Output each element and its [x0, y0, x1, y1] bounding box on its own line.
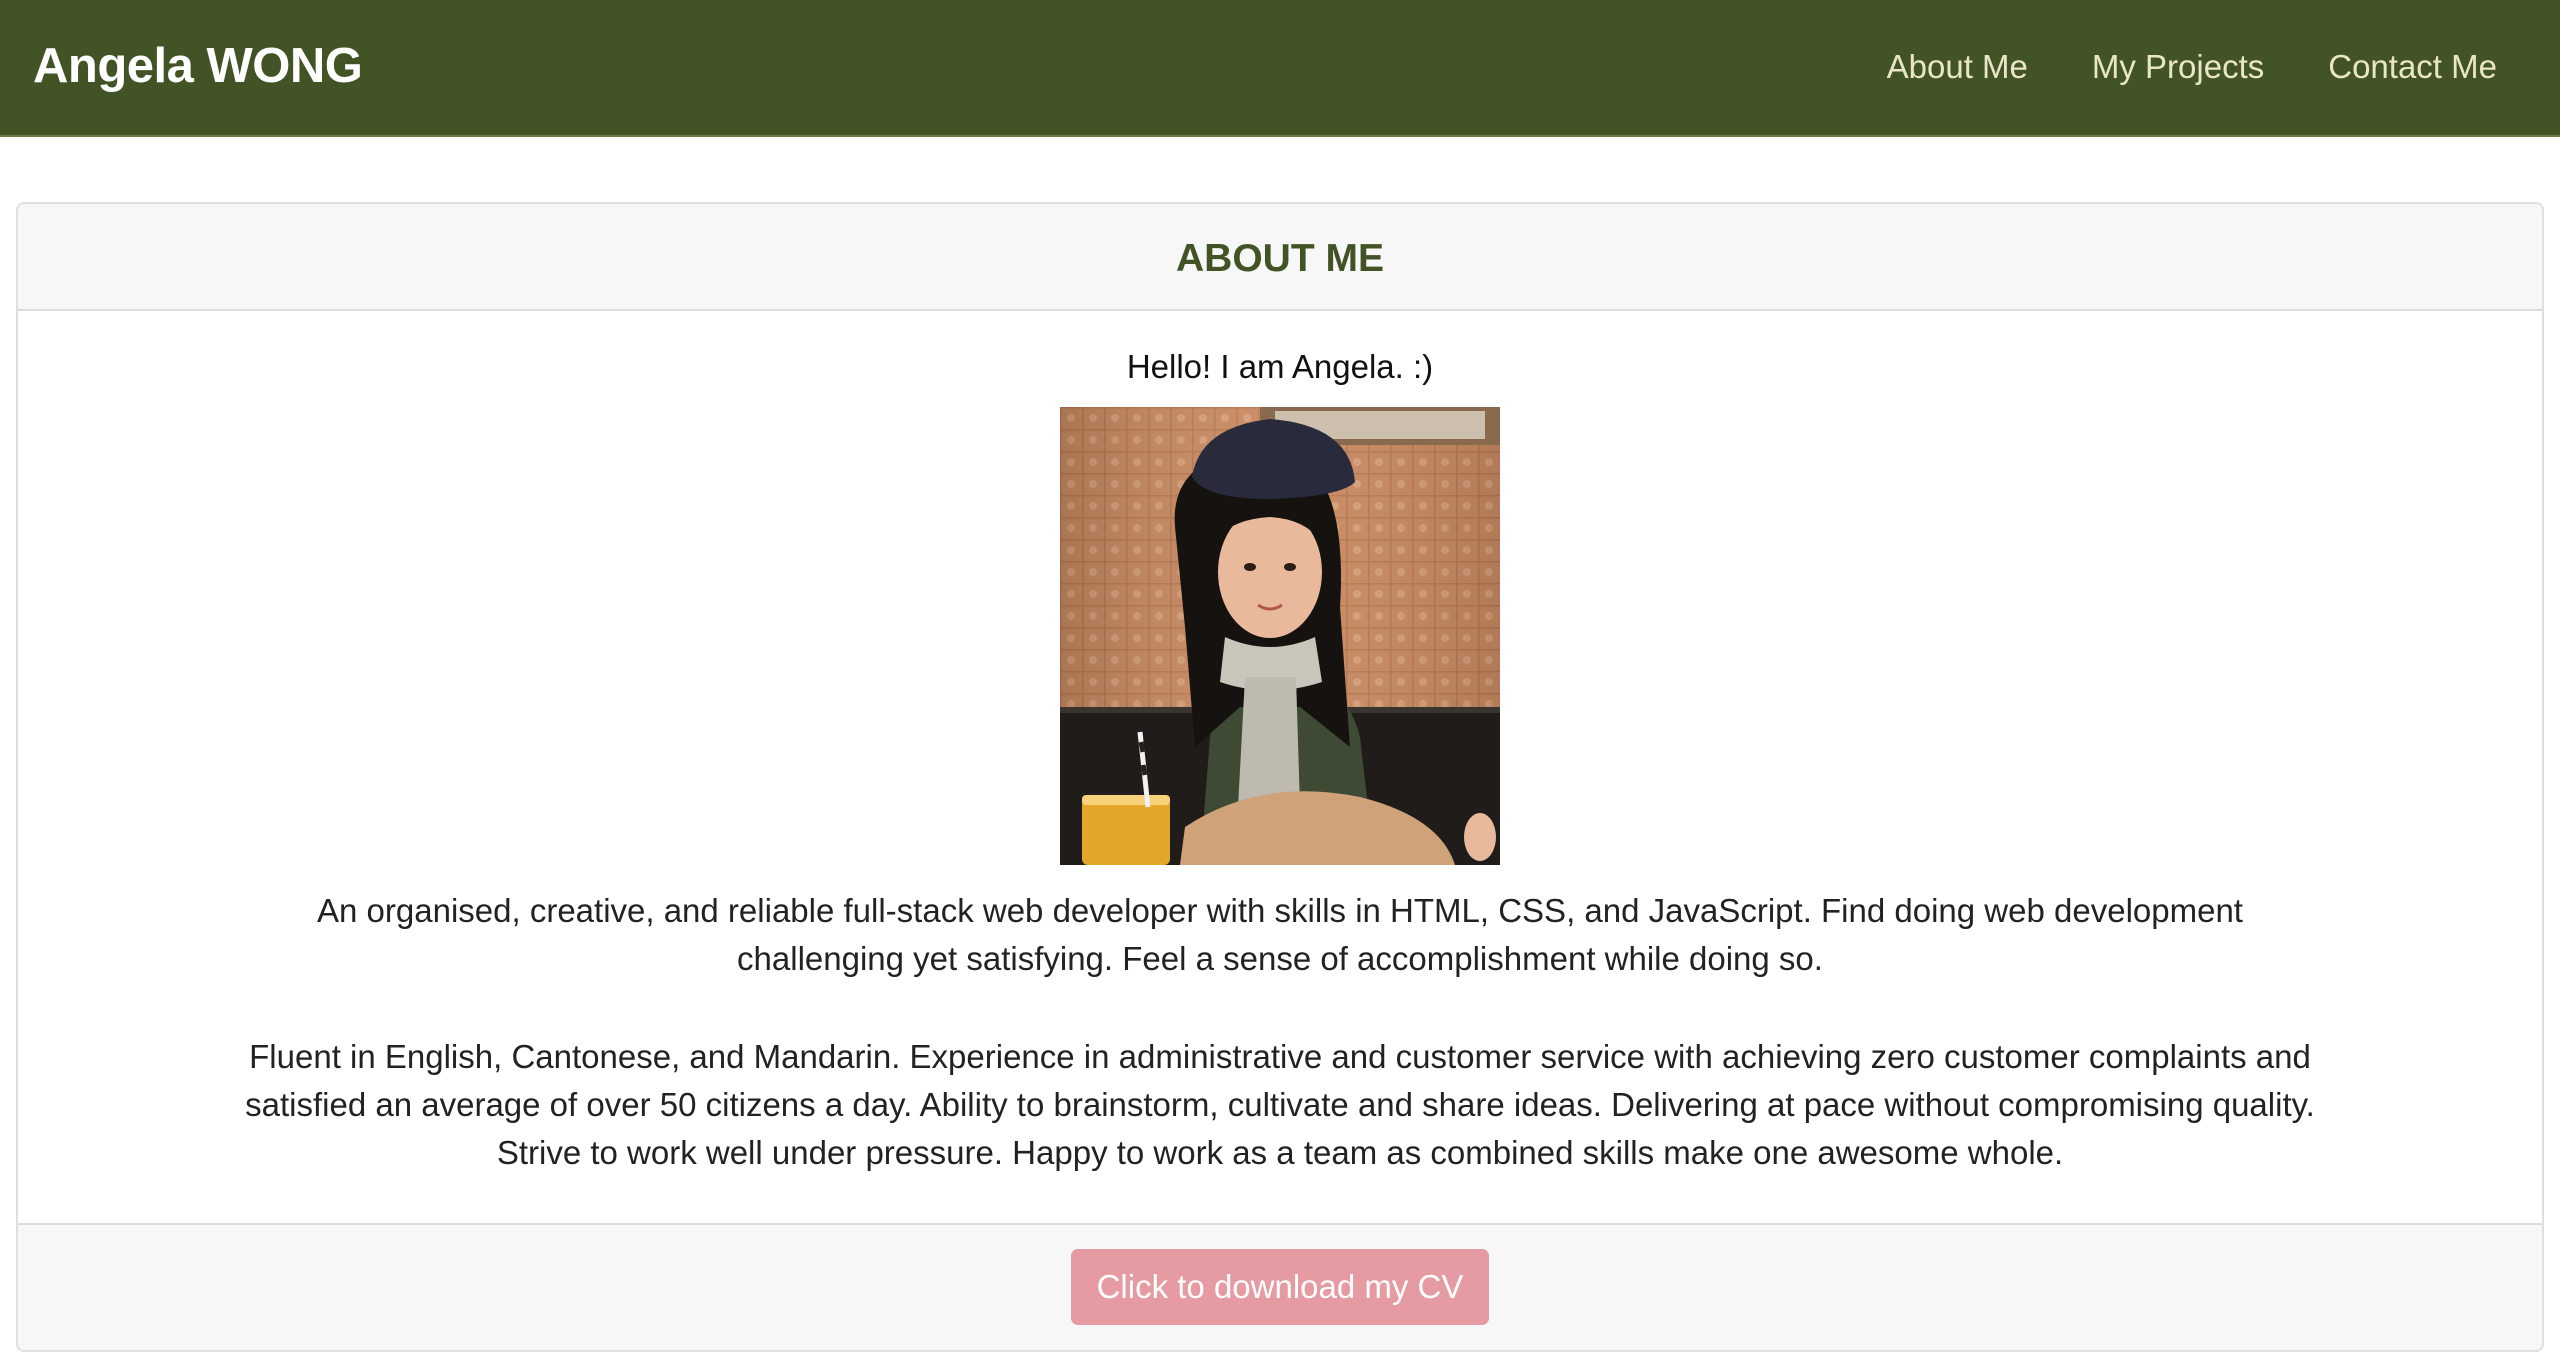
- skills-paragraph: Fluent in English, Cantonese, and Mandar…: [245, 1038, 2315, 1171]
- card-footer: Click to download my CV: [18, 1223, 2542, 1350]
- section-title: ABOUT ME: [1176, 237, 1384, 280]
- nav-link-my-projects[interactable]: My Projects: [2092, 43, 2264, 91]
- nav-links: About Me My Projects Contact Me: [1887, 43, 2497, 91]
- nav-link-contact-me[interactable]: Contact Me: [2328, 43, 2497, 91]
- card-header: ABOUT ME: [18, 204, 2542, 311]
- download-cv-button[interactable]: Click to download my CV: [1070, 1249, 1490, 1325]
- card-body: Hello! I am Angela. :) An organised, cre…: [18, 311, 2542, 1225]
- nav-link-about-me[interactable]: About Me: [1887, 43, 2028, 91]
- greeting-text: Hello! I am Angela. :): [1126, 348, 1434, 385]
- about-card: ABOUT ME Hello! I am Angela. :) An organ…: [16, 202, 2544, 1352]
- intro-paragraph: An organised, creative, and reliable ful…: [317, 892, 2243, 977]
- navbar: Angela WONG About Me My Projects Contact…: [0, 0, 2560, 137]
- brand-name[interactable]: Angela WONG: [33, 36, 363, 96]
- profile-photo: [1060, 407, 1500, 865]
